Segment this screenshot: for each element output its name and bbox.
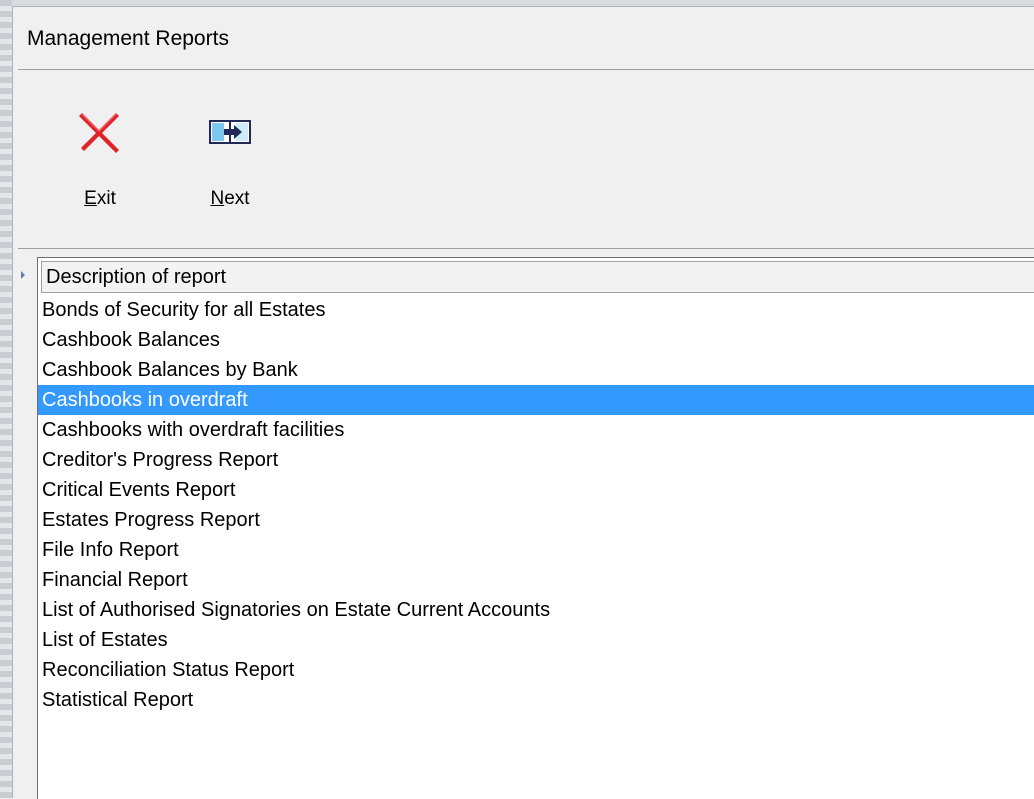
- list-item[interactable]: Critical Events Report: [38, 475, 1034, 505]
- list-item[interactable]: List of Estates: [38, 625, 1034, 655]
- list-item[interactable]: List of Authorised Signatories on Estate…: [38, 595, 1034, 625]
- exit-button-label: Exit: [84, 188, 116, 209]
- list-item[interactable]: Financial Report: [38, 565, 1034, 595]
- window-title: Management Reports: [27, 27, 229, 50]
- next-button[interactable]: Next: [195, 110, 265, 220]
- list-item[interactable]: Statistical Report: [38, 685, 1034, 715]
- list-item[interactable]: Cashbooks with overdraft facilities: [38, 415, 1034, 445]
- red-x-icon: [79, 113, 119, 153]
- list-item[interactable]: Cashbook Balances by Bank: [38, 355, 1034, 385]
- background-window-edge-left: [0, 0, 12, 798]
- next-button-label: Next: [210, 188, 250, 209]
- row-indicator-icon: [21, 271, 25, 279]
- toolbar: Exit Next: [18, 69, 1034, 249]
- list-item[interactable]: Reconciliation Status Report: [38, 655, 1034, 685]
- list-item[interactable]: Estates Progress Report: [38, 505, 1034, 535]
- list-item[interactable]: Cashbooks in overdraft: [38, 385, 1034, 415]
- management-reports-window: Management Reports Exit Next Description…: [12, 6, 1034, 799]
- reports-list[interactable]: Description of report Bonds of Security …: [37, 257, 1034, 799]
- column-header-description[interactable]: Description of report: [41, 261, 1034, 293]
- report-list-body: Bonds of Security for all Estates Cashboo…: [38, 295, 1034, 715]
- list-item[interactable]: Creditor's Progress Report: [38, 445, 1034, 475]
- list-item[interactable]: Bonds of Security for all Estates: [38, 295, 1034, 325]
- list-item[interactable]: Cashbook Balances: [38, 325, 1034, 355]
- next-report-icon: [209, 120, 251, 144]
- list-item[interactable]: File Info Report: [38, 535, 1034, 565]
- exit-button[interactable]: Exit: [65, 110, 135, 220]
